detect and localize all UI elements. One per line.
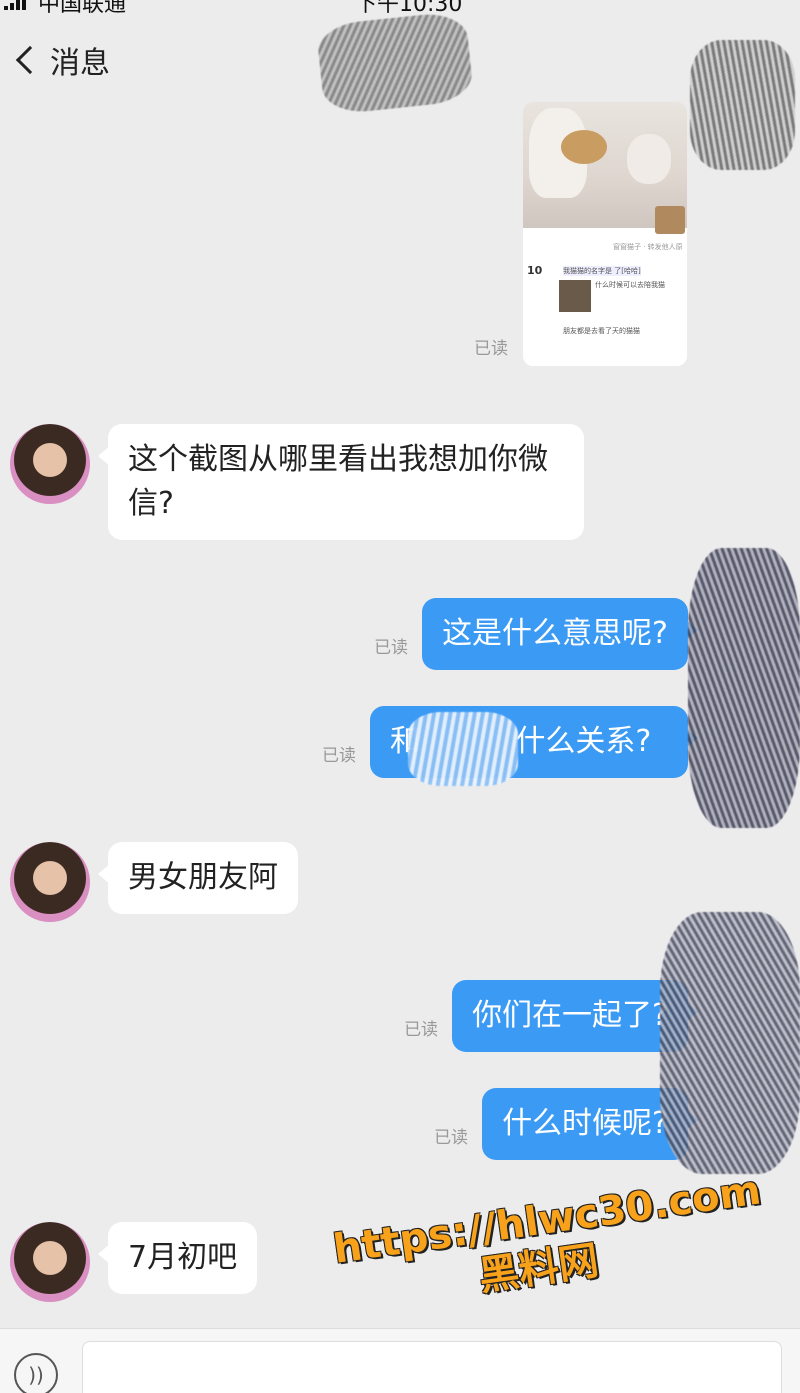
avatar[interactable] [10,1222,90,1302]
mini-photo [559,280,591,312]
message-row: 已读 你们在一起了? [404,980,698,1052]
plush-image [561,130,607,164]
read-receipt: 已读 [474,339,508,359]
screenshot-image [523,102,687,234]
avatar[interactable] [10,842,90,922]
message-row: 已读 什么时候呢? [434,1088,698,1160]
read-receipt: 已读 [434,1128,469,1148]
nav-bar: 消息 [0,14,800,102]
message-bubble[interactable]: 这个截图从哪里看出我想加你微信? [98,424,584,540]
message-bubble[interactable]: 男女朋友阿 [98,842,298,914]
voice-button[interactable]: )) [14,1353,58,1393]
back-button[interactable]: 消息 [12,38,110,82]
message-bubble[interactable]: 你们在一起了? [452,980,698,1052]
image-count: 10 [527,264,543,277]
chat-screen: 中国联通 下午10:30 消息 窗窗猫子 · 转发他人原 10 我猫猫的名字是 … [0,0,800,1393]
message-bubble[interactable]: 和 什么关系? [370,706,698,778]
message-row: 这个截图从哪里看出我想加你微信? [10,424,584,540]
image-text-line: 我猫猫的名字是 了[哈哈] [563,266,641,276]
input-bar: )) [0,1328,800,1393]
message-bubble[interactable]: 这是什么意思呢? [422,598,698,670]
back-label: 消息 [50,46,110,81]
image-message[interactable]: 窗窗猫子 · 转发他人原 10 我猫猫的名字是 了[哈哈] 什么时候可以去陪我猫… [523,102,687,366]
read-receipt: 已读 [374,638,409,658]
signal-icon [4,0,30,10]
status-bar: 中国联通 下午10:30 [0,0,800,14]
thumbnail-image [655,206,685,234]
message-bubble[interactable]: 什么时候呢? [482,1088,698,1160]
image-text-line: 什么时候可以去陪我猫 [595,281,665,289]
watermark: https://hlwc30.com 黑料网 [326,1167,775,1321]
message-row: 已读 和 什么关系? [322,706,698,778]
clock: 下午10:30 [355,0,463,14]
read-receipt: 已读 [404,1020,439,1040]
voice-icon: )) [28,1363,44,1387]
redaction-scribble [688,548,800,828]
message-row: 已读 这是什么意思呢? [374,598,698,670]
cat-image [627,134,671,184]
avatar[interactable] [10,424,90,504]
carrier-label: 中国联通 [38,0,127,14]
message-bubble[interactable]: 7月初吧 [97,1222,258,1294]
message-input[interactable] [82,1341,782,1393]
image-caption: 窗窗猫子 · 转发他人原 [613,243,683,251]
image-text-line: 朋友都是去看了天的猫猫 [563,327,640,335]
chevron-left-icon [15,45,45,75]
message-row: 7月初吧 [10,1222,258,1302]
message-row: 男女朋友阿 [10,842,298,922]
read-receipt: 已读 [322,746,356,766]
